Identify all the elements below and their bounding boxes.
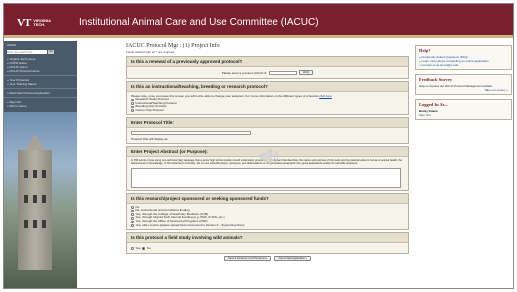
renewal-heading: Is this a renewal of a previously approv… bbox=[127, 57, 408, 67]
tower-building bbox=[18, 150, 52, 270]
sponsor-section: Is this research/project sponsored or se… bbox=[126, 192, 409, 231]
tower-window bbox=[24, 220, 28, 228]
search-go-button[interactable]: Go bbox=[48, 50, 54, 54]
sponsor-heading: Is this research/project sponsored or se… bbox=[127, 193, 408, 204]
sidebar-link-training[interactable]: » Your Training Status bbox=[7, 82, 74, 86]
previous-iacuc-input[interactable] bbox=[268, 70, 297, 75]
required-note: Fields marked with an * are required. bbox=[126, 50, 176, 54]
sidebar-links-new: » Start New Protocol Application bbox=[4, 89, 77, 98]
vt-logo[interactable]: VT VIRGINIA TECH. bbox=[17, 17, 51, 29]
app-title: Institutional Animal Care and Use Commit… bbox=[79, 17, 319, 28]
logo-mark: VT bbox=[17, 17, 31, 29]
sidebar-label: IACUC bbox=[7, 43, 17, 47]
sidebar-link-protocol-home[interactable]: » IACUC Protocol Home bbox=[7, 69, 74, 73]
option-colony[interactable]: Colony Only Protocol bbox=[131, 107, 404, 113]
field-study-section: Is this protocol a field study involving… bbox=[126, 232, 409, 255]
help-box: Help? » Frequently Asked Questions (FAQ)… bbox=[415, 45, 512, 70]
page-title: IACUC Protocol Mgt : (1) Project Info bbox=[126, 43, 220, 49]
protocol-title-input[interactable] bbox=[131, 130, 251, 135]
tower-window bbox=[24, 170, 28, 178]
tower-window bbox=[42, 220, 46, 228]
save-continue-button[interactable]: Save & Continue to (2) Personnel » bbox=[224, 256, 272, 262]
verify-button[interactable]: Verify bbox=[298, 70, 314, 75]
radio-icon[interactable] bbox=[131, 105, 134, 109]
help-title: Help? bbox=[419, 48, 431, 53]
search-input[interactable] bbox=[7, 50, 47, 54]
logo-text: VIRGINIA TECH. bbox=[33, 19, 51, 27]
feedback-box: Feedback Survey Help us improve our IACU… bbox=[415, 74, 512, 95]
tower-window bbox=[33, 195, 37, 203]
option-yes-label: Yes bbox=[135, 246, 141, 251]
radio-icon[interactable] bbox=[131, 102, 134, 105]
contact-link[interactable]: » Contact us at iacuc@vt.edu bbox=[419, 63, 508, 67]
radio-icon[interactable] bbox=[131, 109, 134, 112]
title-heading: Enter Protocol Title: bbox=[127, 118, 408, 129]
radio-icon[interactable] bbox=[131, 98, 134, 102]
tower-window bbox=[42, 170, 46, 178]
sidebar-link-new-protocol[interactable]: » Start New Protocol Application bbox=[7, 91, 74, 95]
radio-icon[interactable] bbox=[131, 220, 134, 224]
protocol-types-link[interactable]: click here bbox=[319, 94, 332, 98]
title-section: Enter Protocol Title: Protocol Title wil… bbox=[126, 117, 409, 144]
sign-out-link[interactable]: Sign Out bbox=[419, 113, 508, 117]
logged-in-box: Logged In As... Becky Duane Sign Out bbox=[415, 99, 512, 120]
site-header: VT VIRGINIA TECH. Institutional Animal C… bbox=[4, 4, 513, 38]
radio-icon[interactable] bbox=[131, 209, 134, 213]
campus-photo bbox=[4, 112, 77, 288]
title-display-label: Protocol Title will display as: bbox=[131, 136, 169, 141]
survey-link[interactable]: Take our survey » bbox=[419, 88, 508, 92]
abstract-textarea[interactable] bbox=[131, 167, 401, 188]
field-study-heading: Is this protocol a field study involving… bbox=[127, 233, 408, 244]
speaker-icon bbox=[260, 148, 278, 166]
sponsor-option-other[interactable]: Yes, other source (please upload Grant d… bbox=[131, 222, 404, 228]
sidebar-links-home: » Virginia Tech Home » OVPR Home » IACUC… bbox=[4, 55, 77, 76]
radio-icon[interactable] bbox=[131, 206, 134, 209]
radio-icon[interactable] bbox=[131, 224, 134, 227]
option-label: Yes, other source (please upload Grant d… bbox=[135, 222, 245, 227]
tower-window bbox=[33, 220, 37, 228]
sidebar-links-user: » Your Protocols » Your Training Status bbox=[4, 76, 77, 89]
sidebar-links-session: » Sign Out » Who's Home bbox=[4, 98, 77, 110]
protocol-type-section: Is this an instructional/teaching, breed… bbox=[126, 81, 409, 116]
logged-in-title: Logged In As... bbox=[419, 102, 448, 107]
tower-window bbox=[24, 195, 28, 203]
left-sidebar: IACUC Go » Virginia Tech Home » OVPR Hom… bbox=[4, 41, 77, 288]
browser-frame: VT VIRGINIA TECH. Institutional Animal C… bbox=[3, 3, 514, 289]
feedback-title: Feedback Survey bbox=[419, 77, 453, 82]
cancel-application-button[interactable]: Cancel New Application » bbox=[274, 256, 311, 262]
sidebar-link-whos-home[interactable]: » Who's Home bbox=[7, 104, 74, 108]
radio-icon[interactable] bbox=[131, 213, 134, 216]
radio-icon[interactable] bbox=[131, 217, 134, 220]
tower-window bbox=[42, 195, 46, 203]
radio-icon-no-selected[interactable] bbox=[142, 247, 145, 250]
sidebar-search: Go bbox=[7, 50, 74, 54]
renewal-section: Is this a renewal of a previously approv… bbox=[126, 56, 409, 79]
form-actions: Save & Continue to (2) Personnel » Cance… bbox=[126, 256, 409, 262]
option-label: Colony Only Protocol bbox=[135, 107, 164, 112]
logo-line-2: TECH. bbox=[33, 22, 46, 27]
renewal-label: Please enter a previous IACUC #: bbox=[221, 70, 267, 75]
option-no-label: No bbox=[146, 246, 151, 251]
protocol-type-heading: Is this an instructional/teaching, breed… bbox=[127, 82, 408, 92]
tower-window bbox=[33, 170, 37, 178]
radio-icon-yes[interactable] bbox=[131, 247, 134, 250]
right-sidebar: Help? » Frequently Asked Questions (FAQ)… bbox=[415, 41, 512, 288]
